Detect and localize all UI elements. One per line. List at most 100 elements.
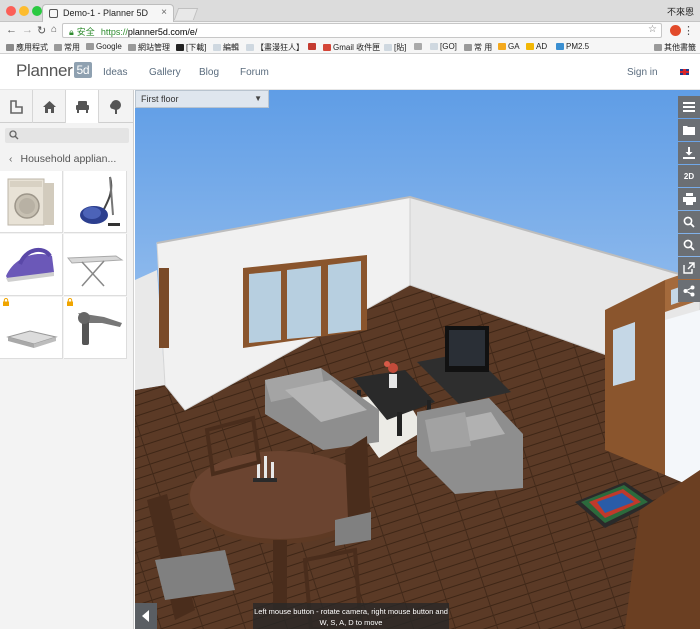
nav-forum[interactable]: Forum bbox=[240, 67, 269, 78]
camera-hint-line-2: W, S, A, D to move bbox=[319, 618, 383, 627]
catalog-item-washing-machine[interactable] bbox=[0, 171, 63, 233]
nav-gallery[interactable]: Gallery bbox=[149, 67, 181, 78]
home-icon[interactable]: ⌂ bbox=[51, 24, 57, 35]
2d-view-button[interactable]: 2D bbox=[678, 165, 700, 187]
browser-tab[interactable]: Demo-1 - Planner 5D × bbox=[42, 4, 174, 22]
share-button[interactable] bbox=[678, 280, 700, 302]
bookmarks-bar: 應用程式 常用 Google 網站管理 [下載] 編輯 【畫漫狂人】 Gmail… bbox=[0, 40, 700, 54]
tab-close-icon[interactable]: × bbox=[161, 7, 167, 18]
adsense-icon bbox=[526, 43, 534, 50]
gmail-icon bbox=[323, 44, 331, 51]
search-icon bbox=[9, 130, 19, 140]
download-icon bbox=[683, 147, 695, 159]
extension-icon[interactable] bbox=[670, 25, 681, 36]
forward-arrow-icon[interactable]: → bbox=[22, 24, 33, 36]
bookmark-gmail[interactable]: Gmail 收件匣 bbox=[323, 42, 380, 53]
minimize-window-button[interactable] bbox=[19, 6, 29, 16]
download-site-icon bbox=[176, 44, 184, 51]
tab-title: Demo-1 - Planner 5D bbox=[63, 8, 149, 18]
apps-grid-icon bbox=[6, 44, 14, 51]
catalog-search-input[interactable] bbox=[5, 128, 129, 143]
tab-rooms[interactable] bbox=[33, 90, 66, 123]
catalog-item-iron[interactable] bbox=[0, 234, 63, 296]
tab-floorplan[interactable] bbox=[0, 90, 33, 123]
bookmark-folder[interactable]: 網站管理 bbox=[128, 42, 170, 53]
menu-icon bbox=[683, 102, 695, 112]
2d-label: 2D bbox=[683, 171, 695, 181]
bookmark-link[interactable]: 編輯 bbox=[213, 42, 239, 53]
open-external-button[interactable] bbox=[678, 257, 700, 279]
bookmark-apps[interactable]: 應用程式 bbox=[6, 42, 48, 53]
bookmark-link[interactable] bbox=[308, 42, 318, 51]
zoom-in-icon bbox=[683, 216, 695, 228]
tree-icon bbox=[109, 100, 121, 114]
zoom-out-button[interactable] bbox=[678, 234, 700, 256]
3d-room-scene[interactable] bbox=[135, 90, 700, 629]
bookmark-other[interactable]: 其他書籤 bbox=[654, 42, 696, 53]
floor-select[interactable]: First floor ▼ bbox=[135, 90, 269, 108]
url-scheme: https:// bbox=[100, 27, 128, 37]
tab-exterior[interactable] bbox=[99, 90, 132, 123]
floor-select-value: First floor bbox=[141, 94, 179, 104]
paperclip-icon bbox=[414, 43, 422, 50]
new-tab-button[interactable] bbox=[173, 8, 199, 20]
page-icon bbox=[430, 43, 438, 50]
planner5d-favicon-icon bbox=[49, 9, 58, 18]
chevron-left-icon[interactable]: ‹ bbox=[9, 153, 13, 165]
browser-menu-icon[interactable]: ⋮ bbox=[683, 24, 694, 37]
zoom-in-button[interactable] bbox=[678, 211, 700, 233]
uk-flag-icon[interactable] bbox=[680, 69, 689, 75]
download-button[interactable] bbox=[678, 142, 700, 164]
catalog-item-ironing-board[interactable] bbox=[64, 234, 127, 296]
floorplan-icon bbox=[10, 99, 23, 114]
bookmark-link[interactable]: 【畫漫狂人】 bbox=[246, 42, 304, 53]
url-input[interactable]: 🔒︎ 安全 https://planner5d.com/e/ ☆ bbox=[62, 23, 662, 38]
bookmark-link[interactable]: [下載] bbox=[176, 42, 206, 53]
collapse-panel-button[interactable] bbox=[135, 603, 157, 629]
catalog-tabs bbox=[0, 90, 134, 123]
bookmark-ga[interactable]: GA bbox=[498, 42, 520, 51]
bookmark-link[interactable] bbox=[414, 42, 424, 51]
catalog-item-hair-dryer[interactable] bbox=[64, 297, 127, 359]
nav-blog[interactable]: Blog bbox=[199, 67, 219, 78]
bookmark-ad[interactable]: AD bbox=[526, 42, 547, 51]
close-window-button[interactable] bbox=[6, 6, 16, 16]
folder-icon bbox=[128, 44, 136, 51]
tab-furniture[interactable] bbox=[66, 90, 99, 123]
3d-viewport[interactable]: First floor ▼ 2D Left mouse button - rot… bbox=[135, 90, 700, 629]
lock-icon bbox=[67, 298, 73, 306]
bookmark-link[interactable]: [GO] bbox=[430, 42, 457, 51]
back-arrow-icon[interactable]: ← bbox=[6, 24, 17, 36]
catalog-item-vacuum-cleaner[interactable] bbox=[64, 171, 127, 233]
print-icon bbox=[682, 193, 696, 205]
folder-icon bbox=[464, 44, 472, 51]
category-header[interactable]: ‹ Household applian... bbox=[0, 148, 134, 170]
zoom-out-icon bbox=[683, 239, 695, 251]
planner5d-logo[interactable]: Planner 5d bbox=[16, 61, 93, 81]
menu-button[interactable] bbox=[678, 96, 700, 118]
bookmark-pm25[interactable]: PM2.5 bbox=[556, 42, 589, 51]
maximize-window-button[interactable] bbox=[32, 6, 42, 16]
analytics-icon bbox=[498, 43, 506, 50]
lock-icon: 🔒︎ bbox=[69, 27, 74, 37]
print-button[interactable] bbox=[678, 188, 700, 210]
folder-icon bbox=[54, 44, 62, 51]
bookmark-folder[interactable]: 常 用 bbox=[464, 42, 492, 53]
browser-titlebar: Demo-1 - Planner 5D × 不來恩 bbox=[0, 0, 700, 22]
bookmark-folder[interactable]: 常用 bbox=[54, 42, 80, 53]
bookmark-star-icon[interactable]: ☆ bbox=[648, 24, 657, 35]
triangle-left-icon bbox=[142, 610, 149, 622]
reload-icon[interactable]: ↻ bbox=[37, 24, 46, 37]
air-quality-icon bbox=[556, 43, 564, 50]
open-project-button[interactable] bbox=[678, 119, 700, 141]
browser-user-name[interactable]: 不來恩 bbox=[667, 5, 694, 18]
catalog-item-scale[interactable] bbox=[0, 297, 63, 359]
lock-icon bbox=[3, 298, 9, 306]
bookmark-folder[interactable]: Google bbox=[86, 42, 122, 51]
sign-in-link[interactable]: Sign in bbox=[627, 67, 658, 78]
catalog-panel: ‹ Household applian... bbox=[0, 90, 134, 629]
ironing-board-icon bbox=[66, 255, 124, 287]
nav-ideas[interactable]: Ideas bbox=[103, 67, 127, 78]
folder-icon bbox=[683, 126, 695, 135]
bookmark-link[interactable]: [貼] bbox=[384, 42, 406, 53]
